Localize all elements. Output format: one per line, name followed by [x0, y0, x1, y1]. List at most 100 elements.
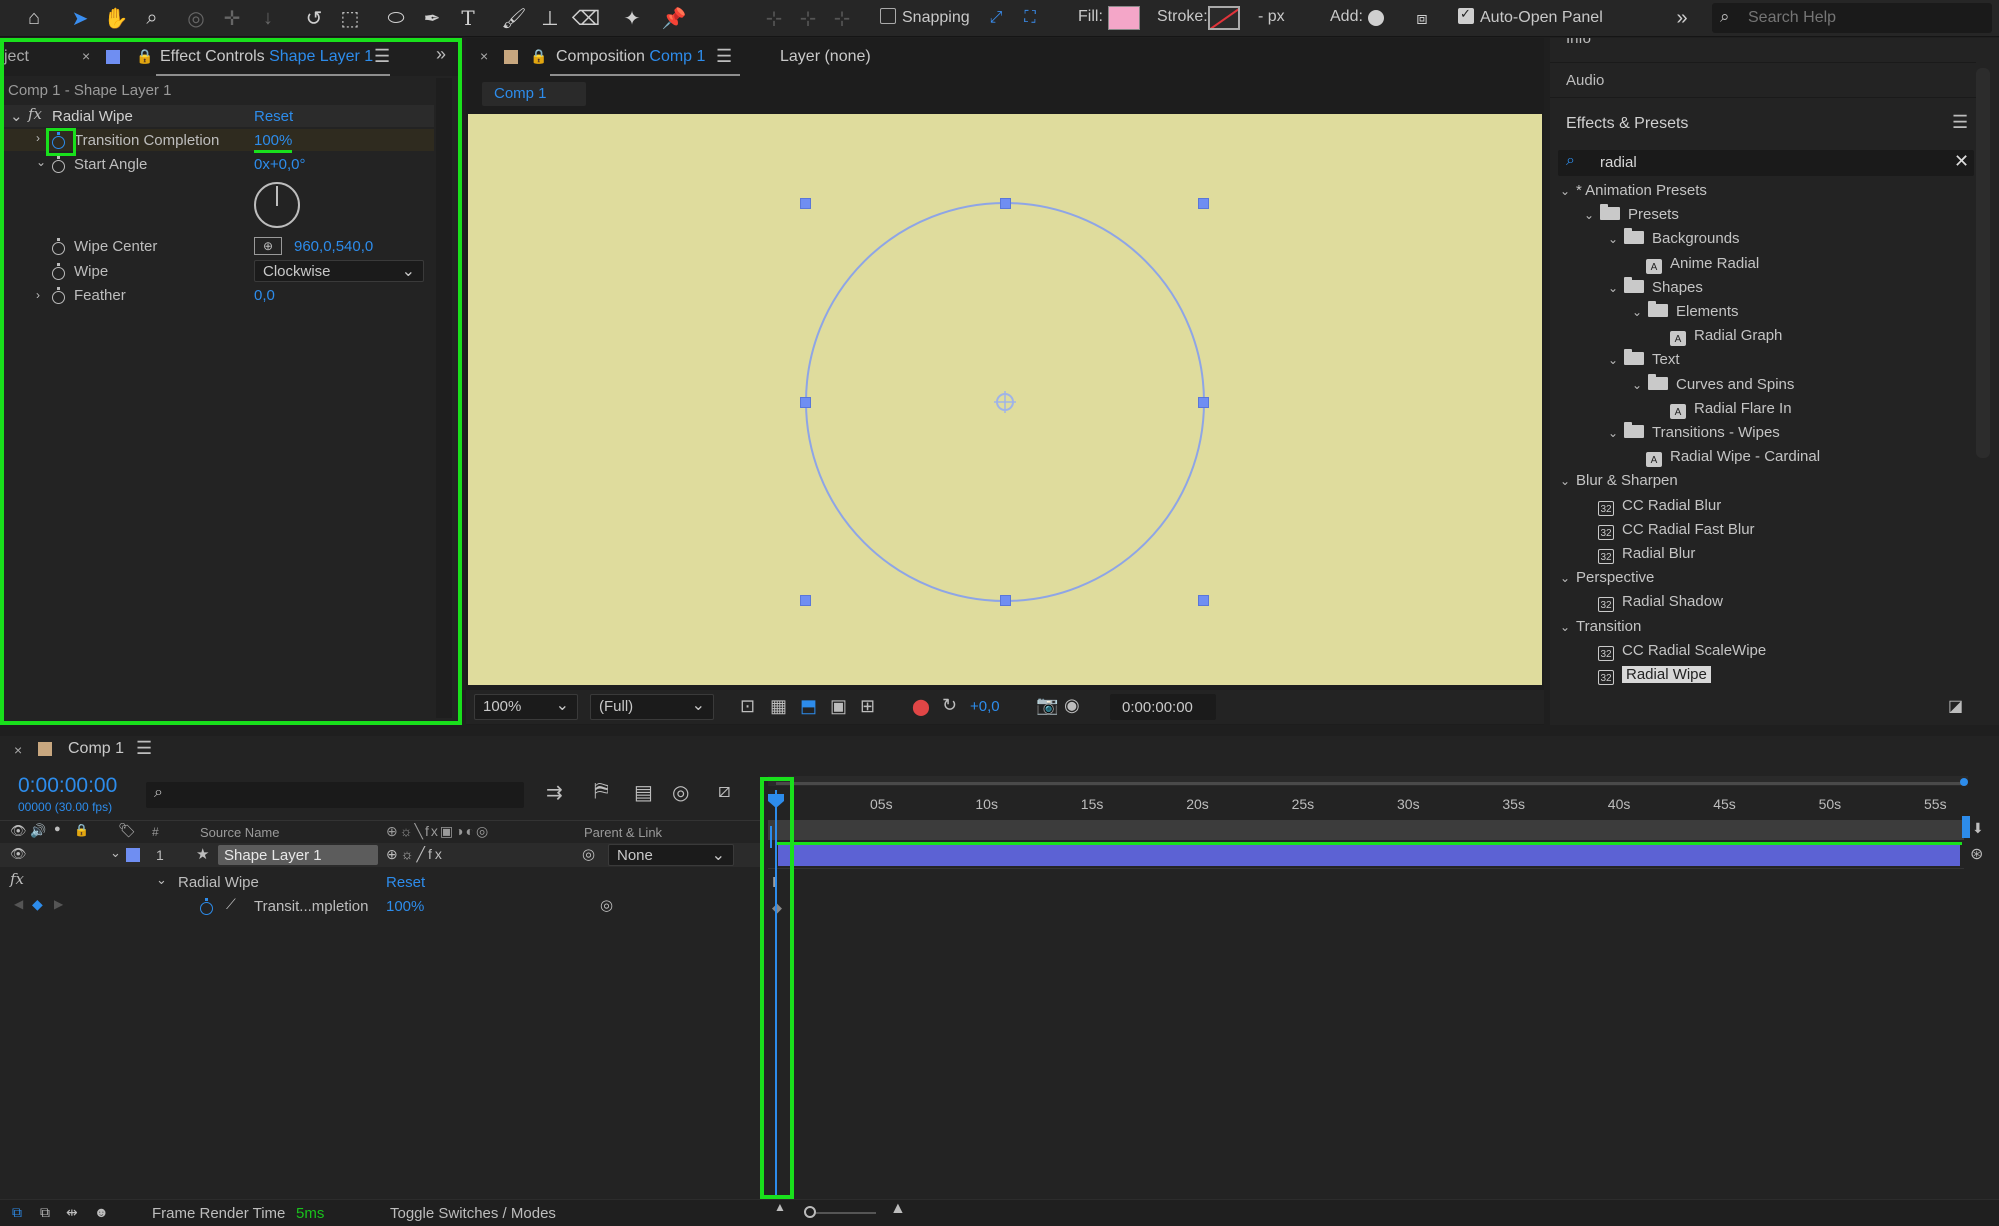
next-keyframe-icon[interactable]: ▶: [54, 897, 63, 911]
timeline-effect-reset[interactable]: Reset: [386, 874, 425, 891]
lock-switch-icon[interactable]: 🔒: [74, 823, 89, 837]
layer-expand-chevron-icon[interactable]: ⌄: [110, 845, 121, 861]
dolly-camera-icon[interactable]: ↓: [254, 4, 282, 32]
panel-overflow-icon[interactable]: »: [436, 44, 446, 65]
playhead-line[interactable]: [775, 790, 777, 1200]
comp-marker-bin-icon[interactable]: ⬇: [1972, 820, 1984, 837]
tree-chevron-icon[interactable]: ⌄: [1560, 184, 1576, 198]
add-keyframe-icon[interactable]: ◆: [32, 896, 43, 913]
snapping-toggle[interactable]: Snapping: [880, 8, 970, 27]
workspace-overflow-icon[interactable]: »: [1668, 4, 1696, 32]
effects-tree-item[interactable]: ⌄ Text: [1608, 349, 1680, 368]
timeline-tab[interactable]: Comp 1: [68, 740, 124, 758]
magnification-dropdown[interactable]: 100%: [474, 694, 578, 720]
tree-chevron-icon[interactable]: ⌄: [1560, 474, 1576, 488]
search-help-box[interactable]: ⌕: [1712, 3, 1992, 33]
effects-tree-item[interactable]: 32 CC Radial ScaleWipe: [1598, 642, 1766, 661]
zoom-slider-track[interactable]: [806, 1212, 876, 1214]
tree-chevron-icon[interactable]: ⌄: [1632, 305, 1648, 319]
tree-chevron-icon[interactable]: ⌄: [1560, 620, 1576, 634]
layer-switches-icon[interactable]: ⊕☼╱fx: [386, 846, 445, 863]
bbox-handle[interactable]: [800, 595, 811, 606]
parent-dropdown[interactable]: None: [608, 844, 734, 866]
timeline-prop-value[interactable]: 100%: [386, 898, 424, 915]
comp-lock-icon[interactable]: 🔒: [530, 48, 547, 65]
effects-tree-item[interactable]: A Radial Graph: [1670, 327, 1782, 347]
composition-bar[interactable]: [768, 820, 1964, 840]
expression-pick-whip-icon[interactable]: ◎: [600, 896, 613, 914]
effects-tree-item[interactable]: 32 Radial Shadow: [1598, 593, 1723, 613]
effect-controls-scrollbar[interactable]: [436, 78, 452, 718]
tree-chevron-icon[interactable]: ⌄: [1584, 208, 1600, 222]
timeline-navigator-icon[interactable]: ⊛: [1970, 844, 1983, 864]
mask-visibility-icon[interactable]: ⬒: [800, 696, 817, 717]
comp-panel-menu-icon[interactable]: ☰: [716, 46, 732, 67]
pan-behind-tool-icon[interactable]: ⬚: [336, 4, 364, 32]
bbox-handle[interactable]: [1000, 198, 1011, 209]
snap-features-icon[interactable]: ⛶: [1016, 4, 1044, 32]
angle-dial[interactable]: [254, 182, 300, 228]
effects-tree-item[interactable]: ⌄ Presets: [1584, 204, 1679, 223]
effect-expand-chevron-icon[interactable]: ⌄: [10, 107, 23, 125]
eraser-tool-icon[interactable]: ⌫: [572, 4, 600, 32]
render-time-pane-icon[interactable]: ☻: [94, 1204, 109, 1220]
lock-icon[interactable]: 🔒: [136, 48, 153, 65]
effects-tree-item[interactable]: A Radial Flare In: [1670, 400, 1792, 419]
layer-duration-bar[interactable]: [778, 844, 1960, 866]
snap-edges-icon[interactable]: ⤢: [982, 4, 1010, 32]
effects-tree-item[interactable]: ⌄ Perspective: [1560, 569, 1654, 586]
bbox-handle[interactable]: [1198, 397, 1209, 408]
hand-tool-icon[interactable]: ✋: [102, 4, 130, 32]
start-angle-value[interactable]: 0x+0,0°: [254, 156, 305, 173]
transparency-grid-icon[interactable]: ▦: [770, 696, 787, 717]
region-of-interest-icon[interactable]: ▣: [830, 696, 847, 717]
layer-tab[interactable]: Layer (none): [780, 48, 871, 66]
view-axis-icon[interactable]: ⊹: [828, 4, 856, 32]
zoom-slider-thumb[interactable]: [804, 1206, 816, 1218]
effects-tree-item[interactable]: 32 Radial Wipe: [1598, 666, 1711, 685]
auto-open-panel-toggle[interactable]: Auto-Open Panel: [1458, 6, 1603, 27]
video-switch-icon[interactable]: 👁: [10, 823, 27, 839]
tree-chevron-icon[interactable]: ⌄: [1632, 378, 1648, 392]
rotate-tool-icon[interactable]: ↺: [300, 4, 328, 32]
transfer-controls-pane-icon[interactable]: ⧉: [40, 1204, 50, 1221]
effects-tree-item[interactable]: ⌄ Curves and Spins: [1632, 373, 1794, 393]
effects-tree-item[interactable]: ⌄ Transitions - Wipes: [1608, 422, 1780, 441]
effects-tree-item[interactable]: ⌄ Transition: [1560, 618, 1641, 635]
auto-open-checkbox-icon[interactable]: [1458, 6, 1474, 24]
audio-switch-icon[interactable]: 🔊: [30, 823, 46, 839]
graph-icon[interactable]: ⟋: [226, 896, 236, 913]
wipe-stopwatch-icon[interactable]: [52, 263, 65, 282]
transition-stopwatch-icon[interactable]: [52, 132, 65, 151]
wipe-dropdown[interactable]: Clockwise: [254, 260, 424, 282]
effects-tree-item[interactable]: 32 CC Radial Blur: [1598, 497, 1721, 516]
start-angle-stopwatch-icon[interactable]: [52, 156, 65, 175]
keyframe-diamond-icon[interactable]: ◆: [772, 900, 782, 916]
graph-editor-icon[interactable]: ⧄: [718, 780, 731, 803]
effects-search-box[interactable]: ⌕ radial ✕: [1558, 150, 1974, 176]
bbox-handle[interactable]: [800, 397, 811, 408]
reset-exposure-icon[interactable]: ↻: [942, 695, 957, 716]
stroke-width[interactable]: - px: [1258, 8, 1285, 26]
work-area-end-handle[interactable]: [1960, 778, 1968, 786]
comp-end-marker[interactable]: [1962, 816, 1970, 838]
effects-tree-item[interactable]: 32 CC Radial Fast Blur: [1598, 521, 1755, 540]
layer-visibility-icon[interactable]: 👁: [10, 846, 27, 862]
bbox-handle[interactable]: [800, 198, 811, 209]
effects-tree-item[interactable]: A Radial Wipe - Cardinal: [1646, 448, 1820, 468]
pan-camera-icon[interactable]: ✛: [218, 4, 246, 32]
parent-link-header[interactable]: Parent & Link: [584, 825, 662, 840]
label-tag-icon[interactable]: 🏷: [118, 822, 136, 839]
wipe-center-stopwatch-icon[interactable]: [52, 238, 65, 257]
source-name-header[interactable]: Source Name: [200, 825, 279, 840]
solo-switch-icon[interactable]: ●: [54, 823, 61, 835]
clear-search-icon[interactable]: ✕: [1954, 151, 1969, 172]
fit-icon[interactable]: ⊡: [740, 696, 755, 717]
effects-tree-item[interactable]: ⌄ Shapes: [1608, 276, 1703, 296]
bbox-handle[interactable]: [1198, 595, 1209, 606]
layer-name-field[interactable]: Shape Layer 1: [218, 845, 378, 865]
snapping-checkbox-icon[interactable]: [880, 8, 896, 24]
close-timeline-tab-icon[interactable]: ×: [14, 742, 22, 758]
layer-row[interactable]: 👁 ⌄ 1 ★ Shape Layer 1 ⊕☼╱fx ◎ None: [0, 843, 760, 867]
snapshot-icon[interactable]: 📷: [1036, 695, 1058, 716]
